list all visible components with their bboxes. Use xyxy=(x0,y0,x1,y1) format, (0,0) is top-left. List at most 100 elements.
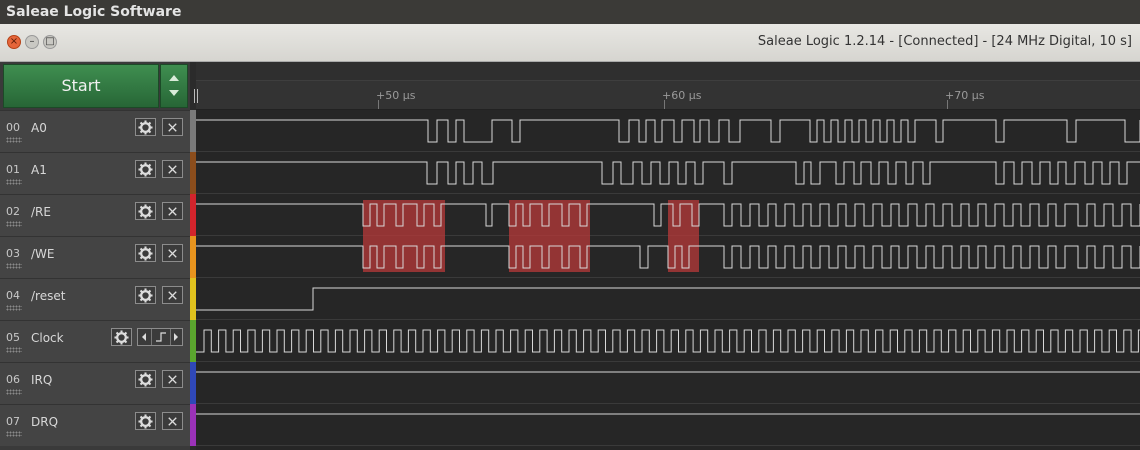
channel-row[interactable]: 06 IRQ xyxy=(0,362,190,404)
prev-edge-button[interactable] xyxy=(138,329,150,345)
channel-name[interactable]: IRQ xyxy=(31,373,52,387)
drag-handle-icon[interactable] xyxy=(6,221,22,227)
edge-trigger-button[interactable] xyxy=(151,329,171,345)
close-window-button[interactable]: × xyxy=(7,35,21,49)
channel-name[interactable]: /RE xyxy=(31,205,51,219)
channel-number: 04 xyxy=(6,289,20,302)
channel-settings-button[interactable] xyxy=(135,244,156,262)
channel-number: 07 xyxy=(6,415,20,428)
channel-color-bar xyxy=(190,152,196,194)
channel-settings-button[interactable] xyxy=(135,118,156,136)
gear-icon xyxy=(138,246,153,261)
channel-close-button[interactable] xyxy=(162,286,183,304)
channel-row[interactable]: 03/WE xyxy=(0,236,190,278)
ruler-tick-label: +60 µs xyxy=(662,89,702,102)
ruler-tick-mark xyxy=(664,100,665,109)
channel-color-bar xyxy=(190,194,196,236)
channel-row[interactable]: 02/RE xyxy=(0,194,190,236)
channel-color-bar xyxy=(190,320,196,362)
ruler-tick-label: +70 µs xyxy=(945,89,985,102)
maximize-window-button[interactable]: □ xyxy=(43,35,57,49)
ruler-tick-mark xyxy=(947,100,948,109)
channel-settings-button[interactable] xyxy=(135,202,156,220)
bus-activity-highlight[interactable] xyxy=(363,200,445,272)
channel-number: 00 xyxy=(6,121,20,134)
channel-close-button[interactable] xyxy=(162,370,183,388)
ruler-handle-icon[interactable] xyxy=(193,89,199,105)
channel-color-bar xyxy=(190,110,196,152)
drag-handle-icon[interactable] xyxy=(6,431,22,437)
close-icon xyxy=(168,123,177,132)
start-button[interactable]: Start xyxy=(3,64,159,108)
drag-handle-icon[interactable] xyxy=(6,263,22,269)
channel-row[interactable]: 00 A0 xyxy=(0,110,190,152)
close-icon xyxy=(168,207,177,216)
drag-handle-icon[interactable] xyxy=(6,179,22,185)
chevron-left-icon xyxy=(142,333,146,341)
next-edge-button[interactable] xyxy=(170,329,182,345)
channel-close-button[interactable] xyxy=(162,244,183,262)
channel-name[interactable]: DRQ xyxy=(31,415,58,429)
channel-close-button[interactable] xyxy=(162,202,183,220)
clock-trigger-control[interactable] xyxy=(137,328,183,346)
channel-settings-button[interactable] xyxy=(135,370,156,388)
channel-waveform xyxy=(196,287,1140,311)
channel-number: 01 xyxy=(6,163,20,176)
channel-name[interactable]: /reset xyxy=(31,289,65,303)
channel-close-button[interactable] xyxy=(162,118,183,136)
window-title-bar[interactable]: × – □ Saleae Logic 1.2.14 - [Connected] … xyxy=(0,24,1140,62)
channel-waveform xyxy=(196,245,1140,269)
channel-number: 03 xyxy=(6,247,20,260)
close-icon xyxy=(168,249,177,258)
drag-handle-icon[interactable] xyxy=(6,137,22,143)
rising-edge-icon xyxy=(156,332,166,342)
channel-waveform xyxy=(196,161,1140,185)
drag-handle-icon[interactable] xyxy=(6,389,22,395)
channel-name[interactable]: Clock xyxy=(31,331,64,345)
drag-handle-icon[interactable] xyxy=(6,347,22,353)
close-icon xyxy=(168,375,177,384)
ruler-overview xyxy=(196,62,1140,81)
up-down-arrows-icon xyxy=(169,75,179,96)
channel-waveform xyxy=(196,119,1140,143)
start-options-button[interactable] xyxy=(160,64,188,108)
waveform-traces xyxy=(196,119,1140,446)
drag-handle-icon[interactable] xyxy=(6,305,22,311)
channel-number: 05 xyxy=(6,331,20,344)
channel-row[interactable]: 07 DRQ xyxy=(0,404,190,446)
channel-row[interactable]: 05 Clock xyxy=(0,320,190,362)
channel-row[interactable]: 01 A1 xyxy=(0,152,190,194)
channel-settings-button[interactable] xyxy=(135,412,156,430)
channel-panel: Start 00 A0 01 A1 02/RE 03/WE 04/reset 05 Clock 0… xyxy=(0,62,190,450)
channel-color-bar xyxy=(190,362,196,404)
ruler-tick-mark xyxy=(378,100,379,109)
ruler-tick-label: +50 µs xyxy=(376,89,416,102)
gear-icon xyxy=(138,162,153,177)
minimize-icon: – xyxy=(29,36,35,47)
gear-icon xyxy=(114,330,129,345)
chevron-right-icon xyxy=(174,333,178,341)
channel-settings-button[interactable] xyxy=(111,328,132,346)
maximize-icon: □ xyxy=(45,36,55,47)
channel-color-bar xyxy=(190,404,196,446)
minimize-window-button[interactable]: – xyxy=(25,35,39,49)
time-ruler[interactable]: +50 µs +60 µs +70 µs xyxy=(193,62,1140,110)
gear-icon xyxy=(138,288,153,303)
channel-waveform xyxy=(196,329,1140,353)
os-title-bar: Saleae Logic Software xyxy=(0,0,1140,24)
channel-color-bar xyxy=(190,236,196,278)
channel-name[interactable]: A1 xyxy=(31,163,47,177)
channel-settings-button[interactable] xyxy=(135,286,156,304)
gear-icon xyxy=(138,372,153,387)
channel-name[interactable]: A0 xyxy=(31,121,47,135)
close-icon xyxy=(168,165,177,174)
channel-name[interactable]: /WE xyxy=(31,247,55,261)
channel-color-bar xyxy=(190,278,196,320)
channel-close-button[interactable] xyxy=(162,160,183,178)
channel-row[interactable]: 04/reset xyxy=(0,278,190,320)
channel-close-button[interactable] xyxy=(162,412,183,430)
channel-number: 06 xyxy=(6,373,20,386)
channel-settings-button[interactable] xyxy=(135,160,156,178)
window-title: Saleae Logic 1.2.14 - [Connected] - [24 … xyxy=(757,34,1132,49)
gear-icon xyxy=(138,204,153,219)
